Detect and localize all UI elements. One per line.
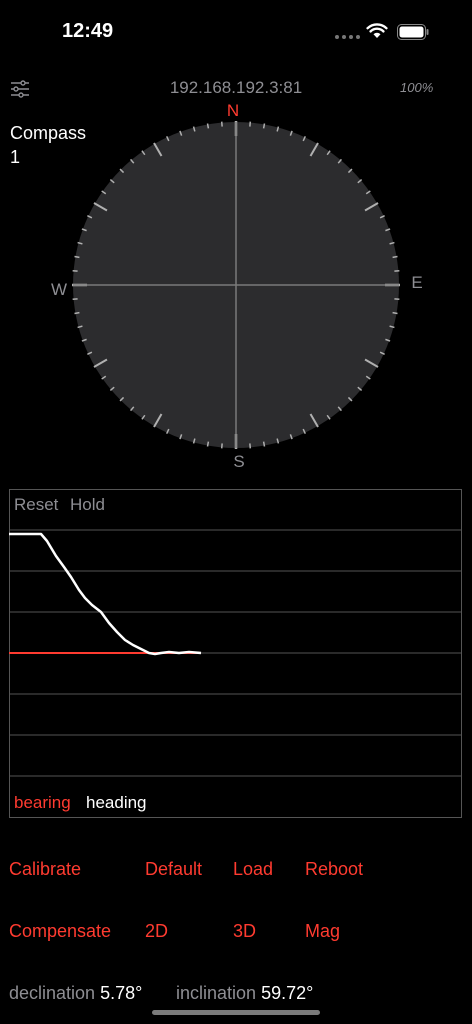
- mode-2d-button[interactable]: 2D: [145, 921, 168, 942]
- mode-3d-button[interactable]: 3D: [233, 921, 256, 942]
- default-button[interactable]: Default: [145, 859, 202, 880]
- compass-tick: [262, 123, 266, 129]
- home-indicator: [152, 1010, 320, 1015]
- legend-heading: heading: [86, 793, 147, 812]
- compass-north-label: N: [227, 101, 239, 120]
- inclination-label: inclination: [176, 983, 257, 1003]
- declination-readout: declination 5.78°: [9, 983, 142, 1004]
- wifi-icon: [366, 23, 388, 38]
- compass-tick: [392, 311, 398, 315]
- compass-west-label: W: [51, 280, 67, 299]
- status-time: 12:49: [62, 20, 114, 42]
- battery-percent: 100%: [400, 80, 434, 95]
- reset-button[interactable]: Reset: [14, 495, 58, 515]
- compass-tick: [74, 311, 80, 315]
- reboot-button[interactable]: Reboot: [305, 859, 363, 880]
- cellular-signal-icon: [335, 35, 360, 39]
- battery-icon: [397, 24, 429, 40]
- inclination-readout: inclination 59.72°: [176, 983, 313, 1004]
- inclination-value: 59.72°: [261, 983, 314, 1003]
- calibrate-button[interactable]: Calibrate: [9, 859, 81, 880]
- legend-bearing: bearing: [14, 793, 71, 812]
- load-button[interactable]: Load: [233, 859, 273, 880]
- compass-east-label: E: [411, 273, 422, 292]
- hold-button[interactable]: Hold: [70, 495, 105, 515]
- compass-dial: N E S W: [51, 101, 423, 471]
- declination-label: declination: [9, 983, 96, 1003]
- compass-tick: [392, 255, 398, 259]
- compensate-button[interactable]: Compensate: [9, 921, 111, 942]
- heading-line: [9, 532, 202, 656]
- compass-south-label: S: [233, 452, 244, 471]
- heading-chart-plot: [9, 529, 462, 777]
- compass-tick: [262, 441, 266, 447]
- compass-tick: [206, 123, 210, 129]
- compass-tick: [74, 255, 80, 259]
- declination-value: 5.78°: [100, 983, 143, 1003]
- mag-button[interactable]: Mag: [305, 921, 340, 942]
- compass-tick: [206, 441, 210, 447]
